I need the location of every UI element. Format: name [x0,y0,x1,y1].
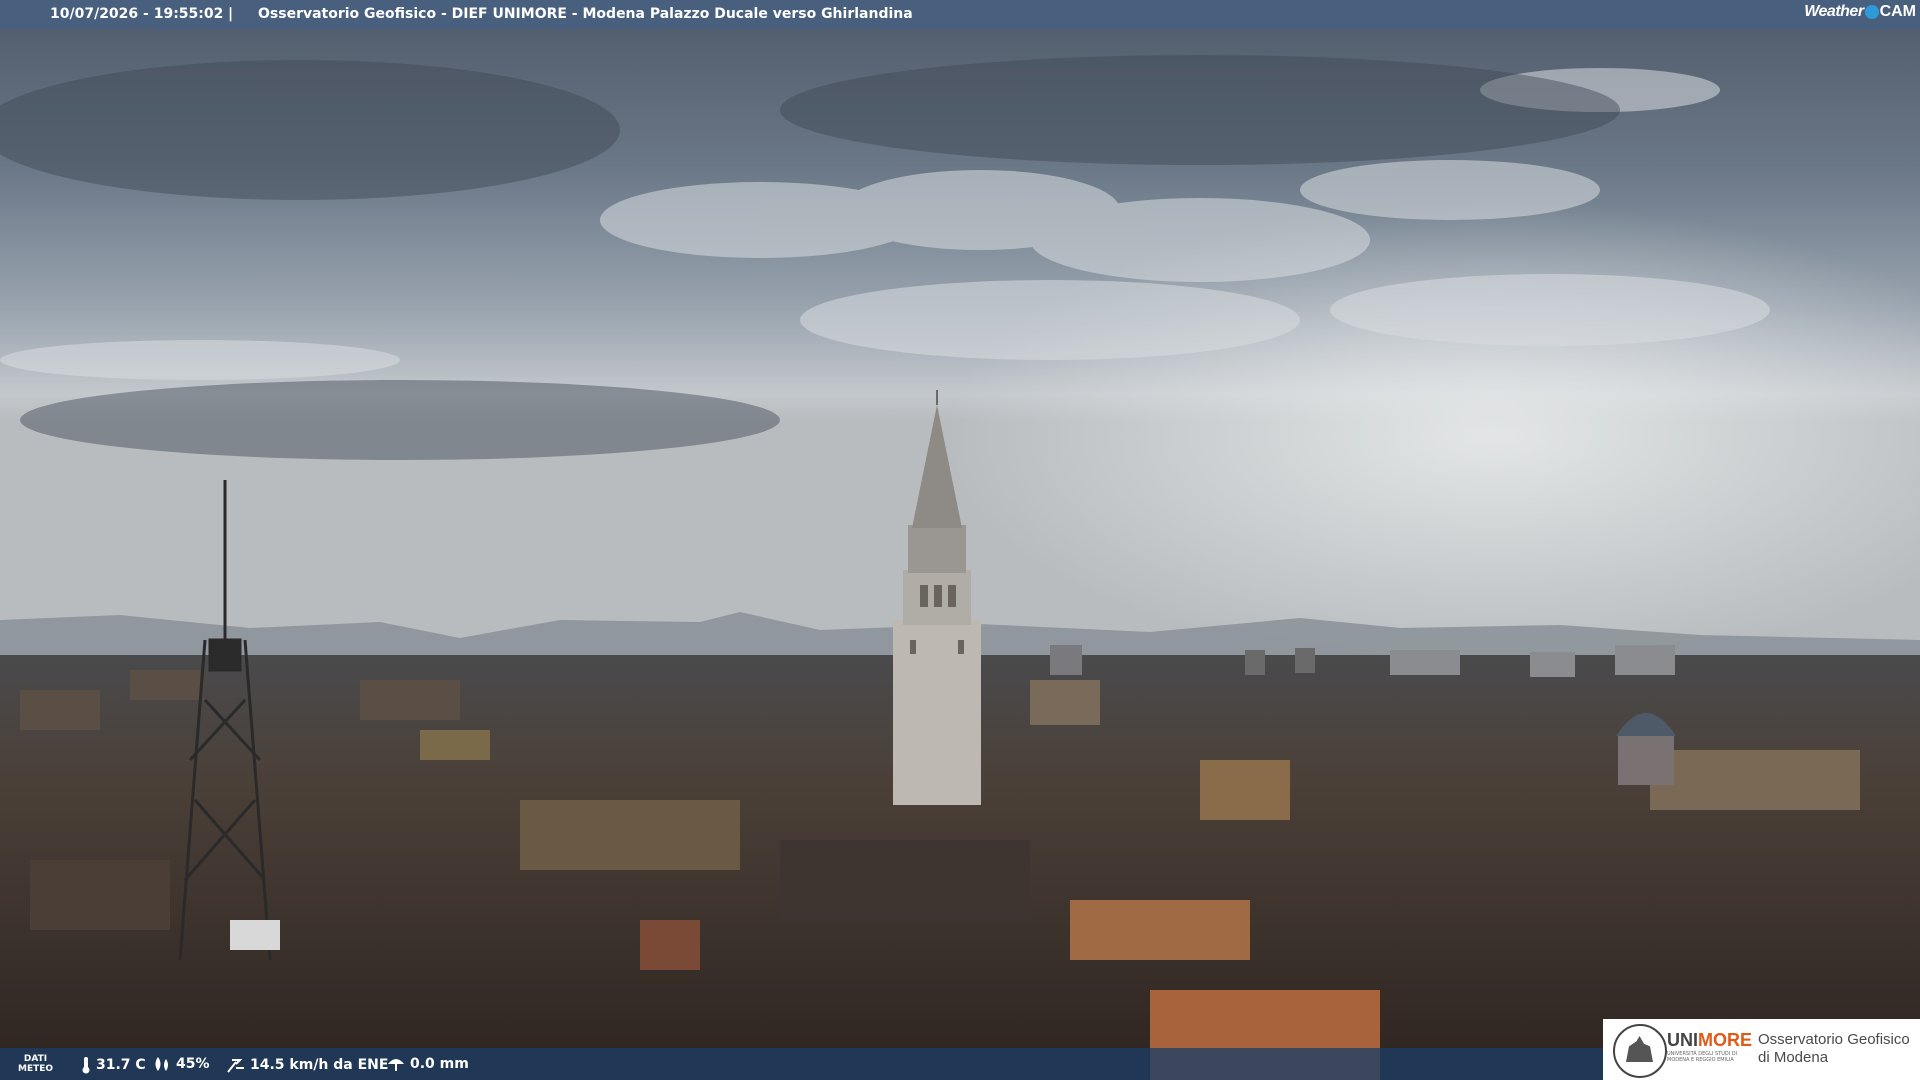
humidity-drop-icon [155,1057,168,1071]
temperature-reading: 31.7 C [80,1056,146,1074]
caption-bar: 10/07/2026 - 19:55:02 | Osservatorio Geo… [0,0,1920,29]
weathercam-logo: Weather CAM [1804,3,1916,20]
humidity-reading: 45% [152,1056,210,1072]
unimore-logo-panel: UNIMORE UNIVERSITÀ DEGLI STUDI DI MODENA… [1603,1019,1920,1080]
rain-reading: 0.0 mm [386,1056,469,1072]
unimore-wordmark: UNIMORE [1667,1030,1752,1050]
camera-title: Osservatorio Geofisico - DIEF UNIMORE - … [258,6,913,22]
wind-icon [227,1059,244,1073]
thermometer-icon [82,1057,90,1074]
unimore-subtitle: UNIVERSITÀ DEGLI STUDI DI MODENA E REGGI… [1667,1051,1738,1063]
separator: | [228,6,234,22]
timestamp: 10/07/2026 - 19:55:02 [50,6,224,22]
webcam-image [0,0,1920,1080]
wind-reading: 14.5 km/h da ENE [226,1056,388,1074]
observatory-name: Osservatorio Geofisico di Modena [1758,1031,1910,1066]
weathercam-dot-icon [1864,4,1879,19]
university-seal-icon [1613,1024,1667,1078]
rain-gauge-icon [388,1059,404,1071]
weather-label: DATI METEO [18,1054,54,1074]
